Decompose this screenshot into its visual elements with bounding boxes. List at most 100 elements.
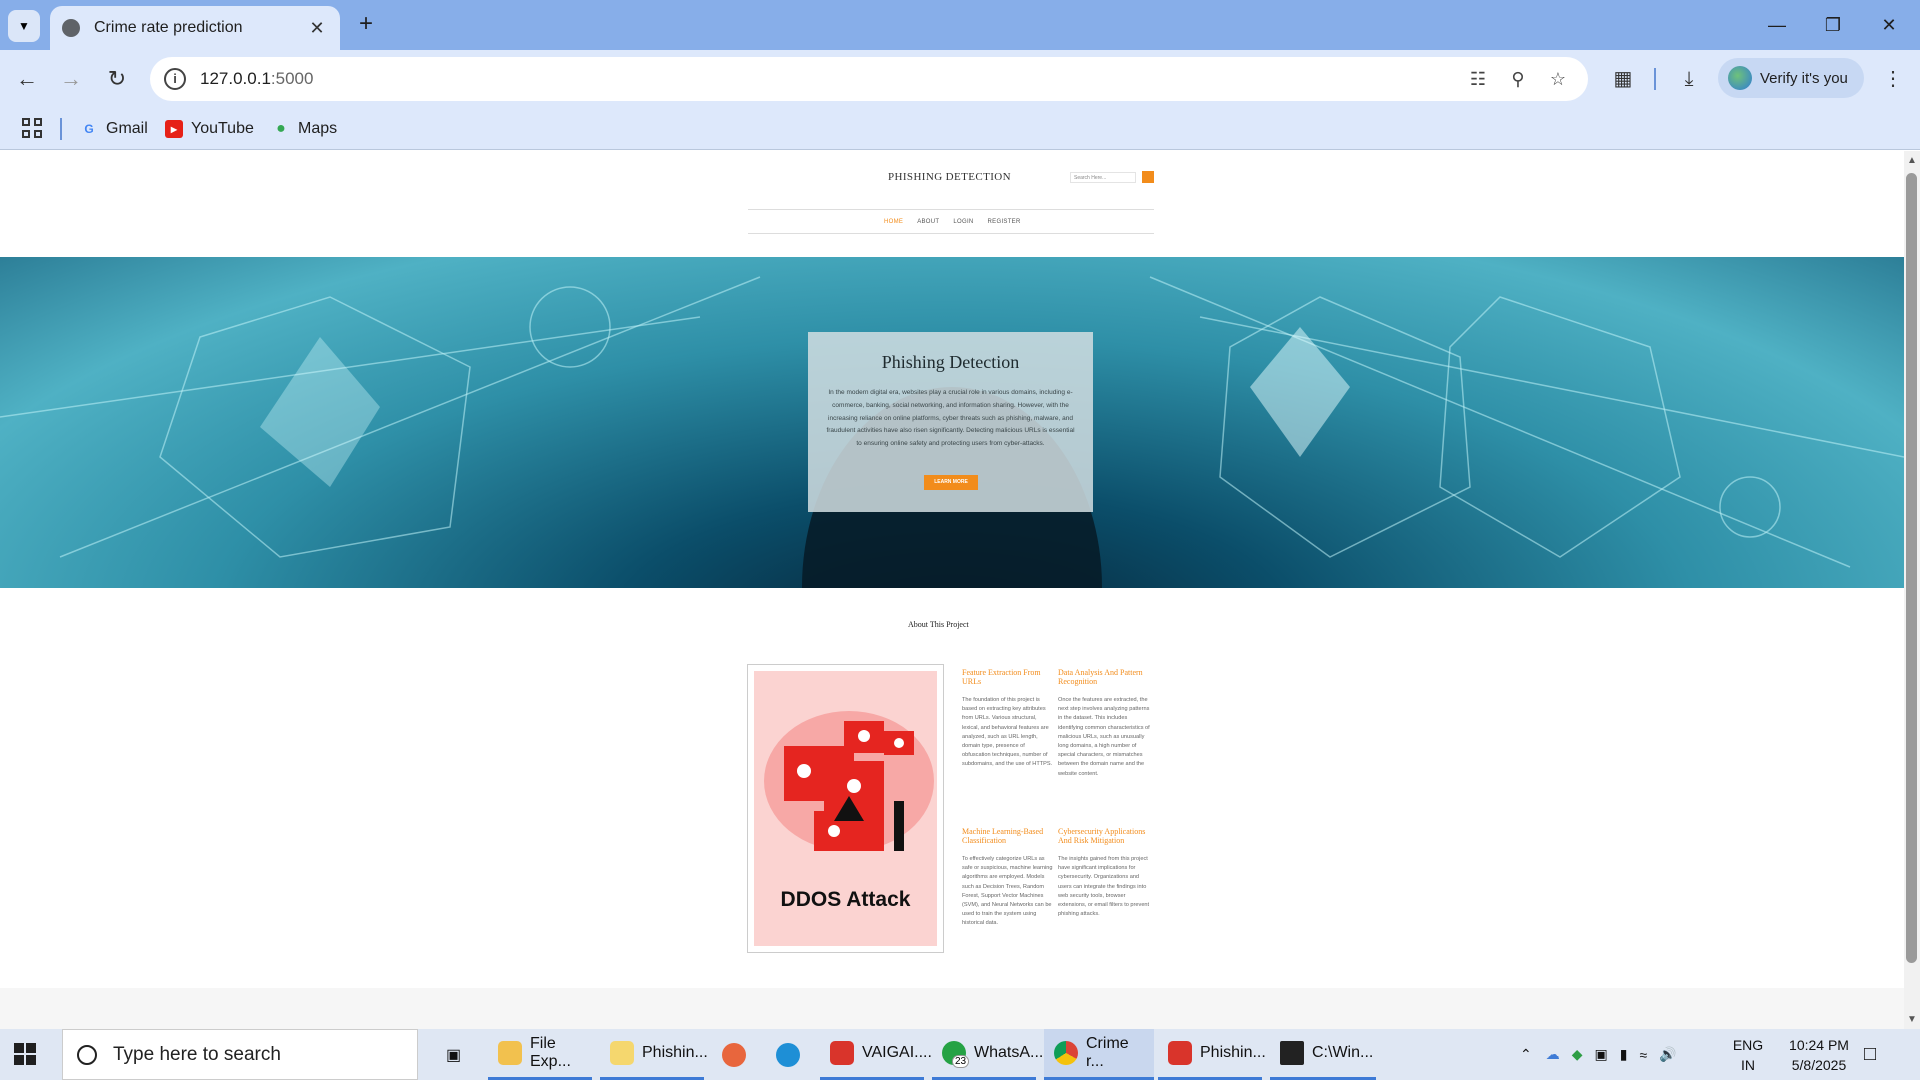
taskbar-app-label: Phishin... <box>642 1044 708 1061</box>
url-port: :5000 <box>270 69 314 88</box>
hero-banner: Phishing Detection In the modern digital… <box>0 257 1904 588</box>
feature-text: The insights gained from this project ha… <box>1058 856 1150 918</box>
feature-title: Data Analysis And Pattern Recognition <box>1058 668 1143 686</box>
onedrive-icon[interactable]: ☁ <box>1546 1046 1560 1063</box>
folder-icon <box>610 1041 634 1065</box>
taskbar-app-chrome[interactable]: Crime r... <box>1044 1029 1154 1080</box>
terminal-icon <box>1280 1041 1304 1065</box>
taskbar-search[interactable]: Type here to search <box>62 1029 418 1080</box>
browser-tab[interactable]: Crime rate prediction ✕ <box>50 6 340 50</box>
taskbar-app-edge[interactable] <box>766 1029 818 1080</box>
close-window-button[interactable]: ✕ <box>1866 8 1912 42</box>
tab-bar: ▼ Crime rate prediction ✕ + — ❐ ✕ <box>0 0 1920 50</box>
bookmark-label: Gmail <box>106 120 148 137</box>
taskbar-app-brave[interactable]: Phishin... <box>1158 1029 1266 1080</box>
chrome-icon <box>1054 1041 1078 1065</box>
battery-icon[interactable]: ▮ <box>1620 1046 1628 1063</box>
clock-date: 5/8/2025 <box>1791 1057 1847 1073</box>
bookmarks-bar: G Gmail ▶ YouTube ● Maps <box>0 108 1920 150</box>
site-brand[interactable]: PHISHING DETECTION <box>888 171 1011 183</box>
bookmark-gmail[interactable]: G Gmail <box>80 116 148 142</box>
bookmark-youtube[interactable]: ▶ YouTube <box>165 116 254 142</box>
scroll-up-icon[interactable]: ▲ <box>1907 155 1917 166</box>
feature-title: Cybersecurity Applications And Risk Miti… <box>1058 827 1146 845</box>
clock-time: 10:24 PM <box>1789 1037 1849 1053</box>
menu-icon[interactable]: ⋮ <box>1878 64 1908 94</box>
meet-now-icon[interactable]: ▣ <box>1595 1046 1608 1063</box>
taskbar-app-firefox[interactable] <box>712 1029 764 1080</box>
taskbar-app-cmd[interactable]: C:\Win... <box>1270 1029 1376 1080</box>
hero-title: Phishing Detection <box>881 352 1020 372</box>
site-nav: HOME ABOUT LOGIN REGISTER <box>884 219 1021 225</box>
taskbar-app-label: WhatsA... <box>974 1044 1044 1061</box>
nav-about[interactable]: ABOUT <box>917 219 939 225</box>
notification-badge: 23 <box>952 1055 970 1068</box>
bookmark-maps[interactable]: ● Maps <box>272 116 337 142</box>
scroll-thumb[interactable] <box>1906 173 1917 963</box>
bookmarks-divider <box>60 118 62 140</box>
firefox-icon <box>722 1042 746 1067</box>
volume-icon[interactable]: 🔊 <box>1659 1046 1676 1063</box>
site-info-icon[interactable]: i <box>164 68 186 90</box>
windows-start-icon[interactable] <box>14 1043 36 1065</box>
clock[interactable]: 10:24 PM 5/8/2025 <box>1774 1035 1864 1075</box>
new-tab-button[interactable]: + <box>352 10 380 38</box>
taskbar-app-vaigai[interactable]: VAIGAI.... <box>820 1029 932 1080</box>
taskbar-app-label: VAIGAI.... <box>862 1044 932 1061</box>
page-viewport: PHISHING DETECTION Search Here... HOME A… <box>0 151 1904 1029</box>
profile-avatar <box>1728 66 1752 90</box>
search-icon <box>77 1044 97 1065</box>
url-text[interactable]: 127.0.0.1:5000 <box>200 69 313 89</box>
browser-toolbar: ← → ↻ i 127.0.0.1:5000 ☷ ⚲ ☆ ▦ ⤓ Verify … <box>0 50 1920 108</box>
hero-card: Phishing Detection In the modern digital… <box>808 332 1093 512</box>
tab-search-button[interactable]: ▼ <box>8 10 40 42</box>
notifications-icon[interactable]: □ <box>1864 1029 1876 1080</box>
extensions-icon[interactable]: ▦ <box>1608 64 1638 94</box>
back-button[interactable]: ← <box>12 64 42 94</box>
taskbar-app-whatsapp[interactable]: 23 WhatsA... <box>932 1029 1043 1080</box>
folder-icon <box>498 1041 522 1065</box>
reload-button[interactable]: ↻ <box>102 64 132 94</box>
zoom-icon[interactable]: ⚲ <box>1506 67 1530 91</box>
about-image: DDOS Attack <box>747 664 944 953</box>
nav-home[interactable]: HOME <box>884 219 903 225</box>
taskbar-app-label: File Exp... <box>530 1035 571 1070</box>
globe-icon <box>62 19 80 37</box>
tab-title: Crime rate prediction <box>94 19 243 36</box>
minimize-button[interactable]: — <box>1754 8 1800 42</box>
ddos-illustration: DDOS Attack <box>754 671 937 946</box>
address-bar[interactable]: i 127.0.0.1:5000 ☷ ⚲ ☆ <box>150 57 1588 101</box>
nav-divider-top <box>748 209 1154 210</box>
nav-register[interactable]: REGISTER <box>988 219 1021 225</box>
feature-3: Machine Learning-Based Classification To… <box>962 827 1054 929</box>
bookmark-star-icon[interactable]: ☆ <box>1546 67 1570 91</box>
wifi-icon[interactable]: ≈ <box>1639 1047 1647 1063</box>
close-tab-icon[interactable]: ✕ <box>306 18 328 39</box>
site-search-button[interactable] <box>1142 171 1154 183</box>
brave-icon <box>1168 1041 1192 1065</box>
chevron-up-icon[interactable]: ⌃ <box>1520 1046 1532 1063</box>
taskbar-app-file-explorer[interactable]: File Exp... <box>488 1029 592 1080</box>
task-view-icon[interactable]: ▣ <box>436 1029 471 1080</box>
language-indicator[interactable]: ENG IN <box>1730 1035 1766 1075</box>
feature-4: Cybersecurity Applications And Risk Miti… <box>1058 827 1150 919</box>
translate-icon[interactable]: ☷ <box>1466 67 1490 91</box>
language-code: ENG <box>1732 1037 1764 1053</box>
forward-button[interactable]: → <box>56 64 86 94</box>
download-icon[interactable]: ⤓ <box>1674 64 1704 94</box>
nav-login[interactable]: LOGIN <box>953 219 973 225</box>
restore-button[interactable]: ❐ <box>1810 8 1856 42</box>
region-code: IN <box>1741 1057 1755 1073</box>
ddos-graphic <box>764 711 934 851</box>
apps-grid-icon[interactable] <box>22 118 42 138</box>
learn-more-button[interactable]: LEARN MORE <box>924 475 978 490</box>
verify-profile-button[interactable]: Verify it's you <box>1718 58 1864 98</box>
page-scrollbar[interactable]: ▲ ▼ <box>1904 151 1920 1029</box>
site-search-input[interactable]: Search Here... <box>1070 172 1136 183</box>
feature-title: Machine Learning-Based Classification <box>962 827 1044 845</box>
about-title: About This Project <box>908 620 969 629</box>
scroll-down-icon[interactable]: ▼ <box>1907 1014 1917 1025</box>
drive-icon[interactable]: ◆ <box>1572 1046 1583 1063</box>
image-caption: DDOS Attack <box>780 888 911 911</box>
taskbar-app-phishing-folder[interactable]: Phishin... <box>600 1029 708 1080</box>
